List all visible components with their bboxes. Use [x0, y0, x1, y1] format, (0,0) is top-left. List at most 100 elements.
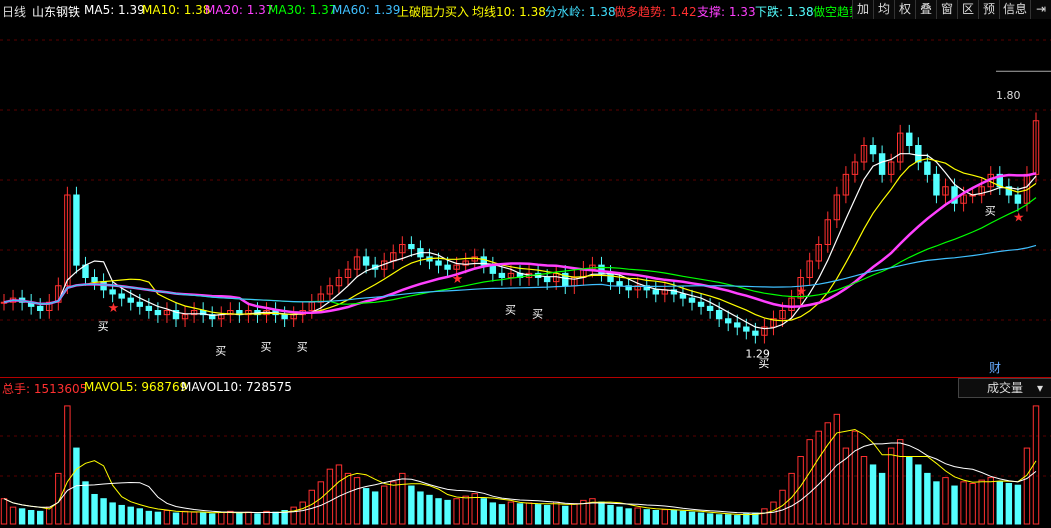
toolbar-collapse-icon[interactable]: ⇥	[1030, 0, 1051, 19]
volume-bar	[661, 509, 669, 525]
volume-bar	[715, 514, 723, 525]
volume-bar	[462, 495, 469, 525]
volume-bar	[444, 499, 451, 525]
volume-bar	[290, 506, 297, 525]
volume-bar	[942, 477, 949, 525]
volume-bar	[887, 447, 895, 525]
indicator-select[interactable]: 成交量 ▾	[958, 378, 1051, 398]
volume-bar	[552, 501, 560, 525]
volume-bar	[100, 498, 107, 525]
volume-bar	[906, 456, 913, 525]
volume-bar	[543, 504, 551, 525]
candle-body	[435, 260, 442, 266]
volume-bar	[299, 501, 306, 525]
volume-bar	[860, 456, 868, 525]
volume-bar	[109, 502, 116, 525]
ma10-value: MA10: 1.38	[142, 3, 211, 17]
volume-bar	[797, 456, 804, 525]
candle-body	[933, 173, 940, 196]
candle-body	[145, 305, 153, 311]
toolbar-add-button[interactable]: 加	[852, 0, 873, 19]
candle-body	[679, 293, 687, 299]
volume-bar	[951, 485, 958, 525]
volume-bar	[136, 508, 144, 525]
candle-body	[498, 272, 506, 278]
volume-bar	[199, 512, 207, 525]
toolbar-window-button[interactable]: 窗	[936, 0, 957, 19]
volume-bar	[634, 507, 641, 525]
volume-bar	[598, 501, 605, 525]
volume-bar	[208, 513, 216, 525]
volume-bar	[172, 512, 180, 525]
candle-body	[118, 293, 125, 299]
volume-bar	[1023, 447, 1031, 525]
volume-chart[interactable]	[0, 396, 1051, 528]
volume-bars	[0, 405, 1040, 525]
toolbar-forecast-button[interactable]: 预	[978, 0, 999, 19]
volume-bar	[272, 511, 279, 525]
volume-bar	[91, 493, 98, 525]
volume-bar	[724, 514, 732, 525]
buy-signal-label: 买	[297, 341, 308, 354]
buy-signal-label: 买	[261, 341, 272, 354]
candle-body	[136, 301, 144, 307]
toolbar-rights-button[interactable]: 权	[894, 0, 915, 19]
candle-body	[1014, 194, 1022, 204]
candle-body	[362, 256, 370, 266]
candle-body	[91, 277, 98, 283]
signal-markers: 买买买买买 买买买1.29★★★★	[98, 70, 1051, 370]
volume-bar	[734, 515, 741, 525]
low-price-label: 1.29	[745, 347, 770, 360]
candle-body	[408, 244, 415, 250]
volume-bar	[1032, 405, 1040, 525]
volume-bar	[489, 502, 497, 525]
buy-signal-label: 买	[215, 345, 226, 358]
volume-bar	[743, 513, 750, 525]
volume-bar	[408, 485, 415, 525]
volume-bar	[181, 510, 189, 525]
toolbar-info-button[interactable]: 信息	[999, 0, 1030, 19]
volume-bar	[1005, 483, 1013, 525]
volume-bar	[127, 506, 134, 525]
volume-bar	[353, 477, 361, 525]
volume-bar	[118, 504, 125, 525]
toolbar-average-button[interactable]: 均	[873, 0, 894, 19]
volume-bar	[145, 510, 153, 525]
candle-body	[36, 305, 44, 311]
star-signal-icon: ★	[1013, 210, 1025, 225]
candle-body	[688, 297, 696, 303]
buy-signal-label: 买	[532, 308, 543, 321]
volume-bar	[616, 506, 623, 525]
volume-bar	[652, 510, 660, 525]
volume-bar	[516, 503, 524, 525]
chevron-down-icon: ▾	[1037, 381, 1044, 395]
indicator-select-value: 成交量	[987, 381, 1024, 395]
candle-body	[109, 289, 116, 295]
volume-bar	[978, 479, 985, 525]
volume-bar	[9, 506, 17, 525]
volume-bar	[163, 510, 171, 525]
volume-bar	[915, 464, 922, 525]
volume-bar	[507, 501, 515, 525]
price-chart[interactable]: 买买买买买 买买买1.29★★★★	[0, 20, 1051, 377]
watershed-value: 分水岭: 1.38	[545, 5, 616, 19]
volume-bar	[317, 481, 325, 525]
candle-body	[281, 314, 288, 320]
finance-badge-icon[interactable]: 财	[989, 359, 1001, 376]
star-signal-icon: ★	[108, 301, 120, 316]
volume-bar	[525, 502, 533, 525]
toolbar-overlay-button[interactable]: 叠	[915, 0, 936, 19]
volume-bar	[154, 511, 162, 525]
volume-header: 总手: 1513605 MAVOL5: 968769 MAVOL10: 7285…	[0, 378, 1051, 398]
period-label[interactable]: 日线	[2, 3, 26, 20]
volume-bar	[607, 504, 614, 525]
candle-body	[127, 297, 134, 303]
volume-bar	[380, 485, 388, 525]
candlesticks	[0, 112, 1040, 344]
volume-bar	[82, 481, 89, 525]
star-signal-icon: ★	[452, 272, 464, 287]
decline-value: 下跌: 1.38	[755, 5, 814, 19]
candle-body	[743, 326, 750, 332]
volume-bar	[996, 481, 1004, 525]
toolbar-range-button[interactable]: 区	[957, 0, 978, 19]
